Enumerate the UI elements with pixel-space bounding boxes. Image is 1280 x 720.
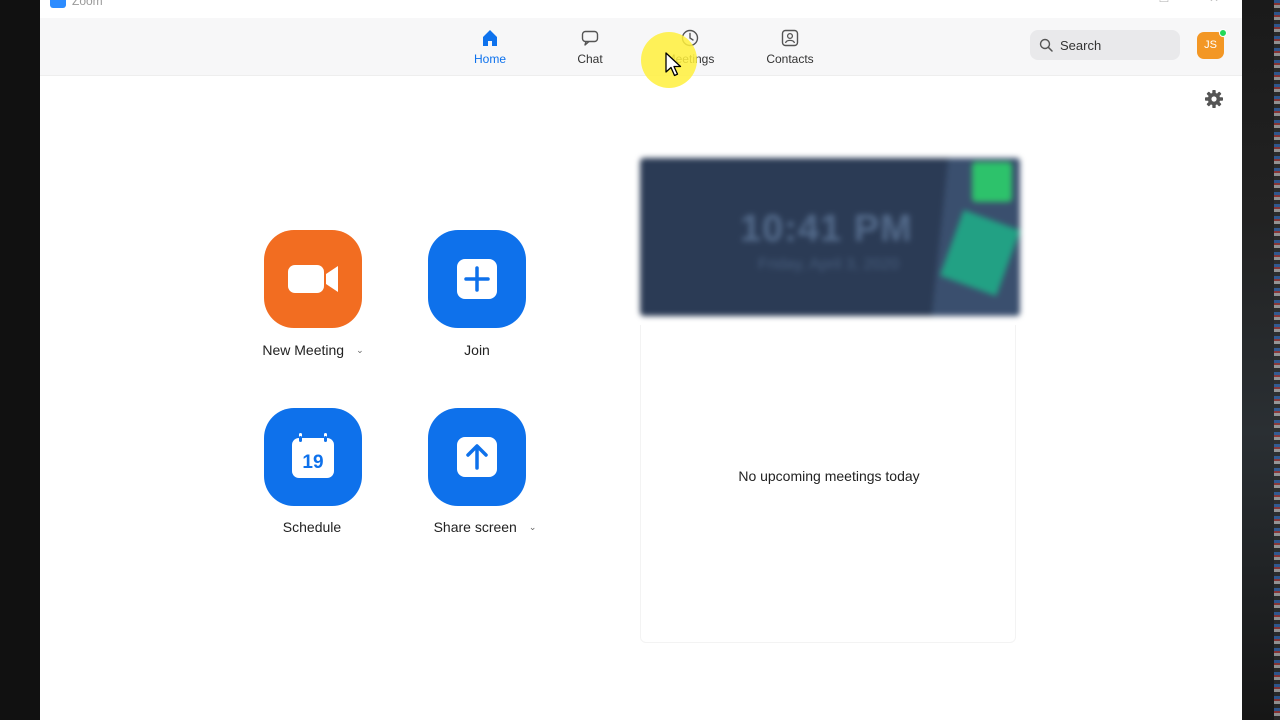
clock-banner: 10:41 PM Friday, April 3, 2020: [640, 158, 1020, 316]
settings-gear-icon[interactable]: [1204, 89, 1224, 109]
share-screen-dropdown-chevron-icon[interactable]: ⌄: [529, 522, 537, 533]
avatar-initials: JS: [1204, 39, 1217, 51]
search-box[interactable]: [1030, 30, 1180, 60]
minimize-button[interactable]: —: [1094, 0, 1134, 8]
avatar[interactable]: JS: [1197, 29, 1227, 59]
join-button[interactable]: [428, 230, 526, 328]
new-meeting-label: New Meeting: [262, 342, 345, 358]
contacts-icon: [781, 29, 799, 47]
plus-icon: [457, 259, 497, 299]
desktop-background-right: [1242, 0, 1280, 720]
zoom-window: Zoom — ☐ ✕ Home Chat Meetings: [40, 0, 1242, 720]
schedule-button[interactable]: 19: [264, 408, 362, 506]
tab-chat-label: Chat: [577, 52, 603, 66]
close-button[interactable]: ✕: [1194, 0, 1234, 8]
banner-green-shape: [972, 162, 1012, 202]
video-camera-icon: [288, 265, 338, 293]
tab-home[interactable]: Home: [450, 28, 530, 72]
title-bar: Zoom — ☐ ✕: [40, 0, 1242, 18]
current-date: Friday, April 3, 2020: [758, 256, 900, 273]
new-meeting-dropdown-chevron-icon[interactable]: ⌄: [356, 345, 364, 356]
presence-status-icon: [1219, 29, 1227, 37]
upcoming-meetings-panel: No upcoming meetings today: [640, 325, 1016, 643]
search-input[interactable]: [1060, 35, 1172, 55]
chat-icon: [581, 30, 599, 46]
calendar-icon: 19: [292, 433, 334, 478]
home-icon: [483, 30, 497, 46]
window-title: Zoom: [72, 0, 103, 8]
tab-chat[interactable]: Chat: [550, 28, 630, 72]
tab-contacts-label: Contacts: [766, 52, 814, 66]
share-screen-button[interactable]: [428, 408, 526, 506]
current-time: 10:41 PM: [740, 208, 913, 250]
share-screen-label: Share screen: [433, 519, 517, 535]
desktop-taskbar-edge: [1274, 0, 1280, 720]
mouse-pointer-icon: [665, 52, 682, 77]
share-screen-row: Share screen ⌄: [385, 519, 585, 535]
join-label: Join: [464, 342, 490, 358]
desktop-background-left: [0, 0, 40, 720]
search-icon: [1039, 38, 1053, 52]
maximize-button[interactable]: ☐: [1144, 0, 1184, 8]
new-meeting-button[interactable]: [264, 230, 362, 328]
no-meetings-message: No upcoming meetings today: [738, 468, 920, 484]
tab-home-label: Home: [473, 52, 506, 66]
upload-arrow-icon: [457, 437, 497, 477]
zoom-logo-icon: [50, 0, 66, 8]
calendar-day-number: 19: [302, 452, 323, 473]
tab-contacts[interactable]: Contacts: [750, 28, 830, 72]
schedule-label: Schedule: [282, 519, 342, 535]
